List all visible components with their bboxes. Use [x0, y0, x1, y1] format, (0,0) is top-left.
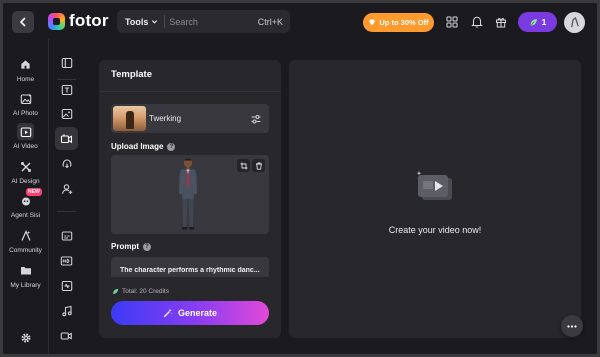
- community-icon: [17, 227, 34, 244]
- search-shortcut: Ctrl+K: [257, 16, 283, 27]
- chevron-left-icon: [20, 17, 26, 27]
- nav-agent-sisi-label: Agent Sisi: [10, 212, 41, 219]
- template-name: Twerking: [149, 114, 182, 123]
- prompt-label: Prompt: [111, 242, 139, 251]
- hd-upscale-icon[interactable]: [55, 249, 78, 272]
- prompt-input[interactable]: The character performs a rhythmic danc..…: [111, 257, 269, 277]
- nav-home[interactable]: Home: [3, 56, 48, 83]
- home-icon: [17, 56, 34, 73]
- subtitles-icon[interactable]: [55, 224, 78, 247]
- panel-divider: [99, 91, 281, 92]
- generate-label: Generate: [177, 308, 218, 318]
- ai-photo-icon: [17, 90, 34, 107]
- credits-total: Total: 20 Credits: [122, 288, 169, 295]
- nav-home-label: Home: [16, 76, 35, 83]
- bell-icon[interactable]: [469, 14, 484, 29]
- preview-message: Create your video now!: [388, 225, 482, 235]
- upload-image-label: Upload Image: [111, 142, 164, 151]
- more-dots-icon: [567, 324, 577, 328]
- prompt-heading: Prompt ?: [111, 242, 151, 251]
- nav-ai-video-label: AI Video: [13, 143, 38, 150]
- primary-nav: Home AI Photo AI Video AI Design NEW Age…: [3, 39, 48, 354]
- search-input[interactable]: Search: [169, 17, 257, 27]
- avatar[interactable]: [564, 12, 585, 33]
- nav-agent-sisi[interactable]: NEW Agent Sisi: [3, 188, 48, 219]
- ai-avatar-icon[interactable]: [55, 177, 78, 200]
- nav-my-library[interactable]: My Library: [3, 262, 48, 289]
- promo-button[interactable]: Up to 30% Off: [363, 13, 434, 32]
- image-to-video-icon[interactable]: [55, 102, 78, 125]
- fotor-logo-icon: [48, 12, 65, 30]
- nav-community[interactable]: Community: [3, 227, 48, 254]
- more-options-button[interactable]: [561, 315, 583, 337]
- diamond-icon: [369, 19, 376, 26]
- nav-ai-design[interactable]: AI Design: [3, 158, 48, 185]
- help-icon[interactable]: ?: [143, 242, 151, 251]
- text-to-video-icon[interactable]: [55, 78, 78, 101]
- settings-button[interactable]: [3, 329, 48, 346]
- music-icon[interactable]: [55, 299, 78, 322]
- trash-icon[interactable]: [252, 159, 265, 172]
- folder-icon: [17, 262, 34, 279]
- gift-icon[interactable]: [493, 14, 508, 29]
- new-badge: NEW: [26, 188, 42, 196]
- sliders-icon[interactable]: [250, 113, 262, 125]
- nav-ai-design-label: AI Design: [11, 178, 40, 185]
- crop-icon[interactable]: [237, 159, 250, 172]
- upload-image-heading: Upload Image ?: [111, 142, 176, 151]
- help-icon[interactable]: ?: [167, 142, 176, 151]
- nav-ai-video[interactable]: AI Video: [3, 123, 48, 150]
- lip-sync-icon[interactable]: [55, 152, 78, 175]
- leaf-icon: [529, 18, 537, 26]
- video-effects-icon[interactable]: [55, 127, 78, 150]
- video-placeholder-icon: [416, 171, 452, 200]
- gear-icon: [17, 329, 34, 346]
- template-thumbnail: [113, 106, 146, 131]
- brand-name: fotor: [69, 11, 109, 30]
- generate-button[interactable]: Generate: [111, 301, 269, 325]
- nav-ai-photo-label: AI Photo: [13, 110, 38, 117]
- credits-info: Total: 20 Credits: [112, 288, 169, 295]
- promo-label: Up to 30% Off: [379, 18, 429, 27]
- nav-my-library-label: My Library: [10, 282, 41, 289]
- leaf-icon: [113, 288, 119, 294]
- fotor-logo[interactable]: fotor: [48, 11, 109, 31]
- apps-grid-icon[interactable]: [444, 14, 459, 29]
- nav-ai-photo[interactable]: AI Photo: [3, 90, 48, 117]
- video-translate-icon[interactable]: [55, 324, 78, 347]
- panel-title: Template: [111, 69, 153, 80]
- back-button[interactable]: [12, 11, 34, 33]
- credits-count: 1: [541, 17, 547, 27]
- tool-column: [49, 39, 85, 354]
- tool-divider: [57, 211, 76, 212]
- upload-image-area[interactable]: [111, 155, 269, 234]
- template-selector[interactable]: Twerking: [111, 104, 269, 133]
- magic-wand-icon: [163, 308, 173, 318]
- search-divider: [164, 15, 166, 28]
- top-bar: fotor Tools Search Ctrl+K Up to 30% Off …: [3, 3, 597, 39]
- nav-community-label: Community: [9, 247, 42, 254]
- credits-balance[interactable]: 1: [518, 12, 557, 32]
- template-panel: Template Twerking Upload Image ? Prompt …: [99, 60, 281, 338]
- user-avatar-icon: [571, 17, 579, 28]
- preview-area: Create your video now!: [289, 60, 581, 338]
- tools-dropdown[interactable]: Tools: [117, 17, 158, 27]
- ai-video-icon: [17, 123, 34, 140]
- panel-toggle-icon[interactable]: [55, 51, 78, 74]
- tools-label: Tools: [125, 16, 149, 27]
- prompt-text: The character performs a rhythmic danc..…: [120, 267, 260, 274]
- photo-animate-icon[interactable]: [55, 274, 78, 297]
- chevron-down-icon: [152, 20, 158, 24]
- app-window: fotor Tools Search Ctrl+K Up to 30% Off …: [3, 3, 597, 354]
- ai-design-icon: [17, 158, 34, 175]
- search-bar[interactable]: Tools Search Ctrl+K: [117, 10, 290, 33]
